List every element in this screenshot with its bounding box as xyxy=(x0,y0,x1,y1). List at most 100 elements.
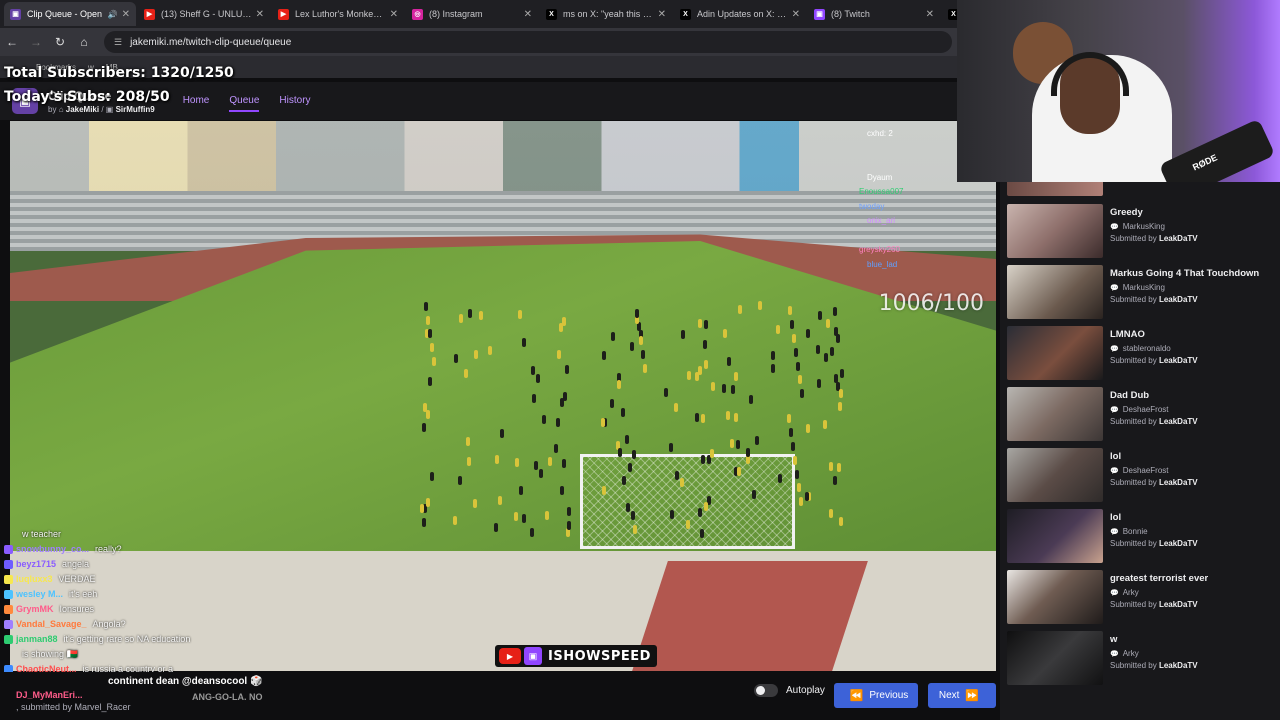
back-arrow-icon[interactable]: ← xyxy=(0,35,24,49)
chat-text: is showing 🇲🇬 xyxy=(22,649,78,659)
crowd-figure xyxy=(722,383,727,393)
queue-item[interactable]: Dad Dub 💬 DeshaeFrost Submitted by LeakDa… xyxy=(1007,387,1273,443)
crowd-figure xyxy=(518,486,523,496)
site-info-icon[interactable]: ☰ xyxy=(114,37,122,48)
chat-username[interactable]: Vandal_Savage_ xyxy=(16,617,87,632)
reload-icon[interactable]: ↻ xyxy=(48,35,72,49)
tab-close-icon[interactable]: ✕ xyxy=(524,9,532,20)
clip-thumbnail[interactable] xyxy=(1007,326,1103,380)
author-link[interactable]: ▣ SirMuffin9 xyxy=(106,105,155,114)
chat-bubble-icon: 💬 xyxy=(1110,407,1119,414)
crowd-figure xyxy=(631,510,636,520)
crowd-figure xyxy=(787,414,792,424)
author-link[interactable]: ⌂ JakeMiki xyxy=(59,105,99,114)
crowd-figure xyxy=(473,499,478,509)
chat-username[interactable]: beyz1715 xyxy=(16,557,56,572)
crowd-figure xyxy=(830,346,835,356)
clip-title: Dad Dub xyxy=(1110,390,1150,401)
clip-info: lol 💬 Bonnie Submitted by LeakDaTV xyxy=(1110,509,1198,565)
tab-close-icon[interactable]: ✕ xyxy=(122,9,130,20)
url-text: jakemiki.me/twitch-clip-queue/queue xyxy=(130,36,292,48)
clip-channel: 💬 Arky xyxy=(1110,649,1139,658)
browser-tab[interactable]: X Adin Updates on X: "Do ✕ xyxy=(674,2,806,26)
clip-channel: 💬 MarkusKing xyxy=(1110,283,1165,292)
crowd-figure xyxy=(789,428,794,438)
tab-favicon-icon: ▶ xyxy=(144,8,155,20)
crowd-figure xyxy=(522,513,527,523)
nav-history[interactable]: History xyxy=(279,91,310,112)
clip-info: lol 💬 DeshaeFrost Submitted by LeakDaTV xyxy=(1110,448,1198,504)
forward-arrow-icon[interactable]: → xyxy=(24,35,48,49)
chat-bubble-icon: 💬 xyxy=(1110,346,1119,353)
browser-tab[interactable]: ▣ (8) Twitch ✕ xyxy=(808,2,940,26)
clip-thumbnail[interactable] xyxy=(1007,570,1103,624)
home-icon[interactable]: ⌂ xyxy=(72,35,96,49)
queue-item[interactable]: lol 💬 Bonnie Submitted by LeakDaTV xyxy=(1007,509,1273,565)
clip-channel: 💬 DeshaeFrost xyxy=(1110,405,1169,414)
clip-thumbnail[interactable] xyxy=(1007,509,1103,563)
browser-tab[interactable]: ▶ (13) Sheff G - UNLUCKY ✕ xyxy=(138,2,270,26)
clip-thumbnail[interactable] xyxy=(1007,448,1103,502)
crowd-figure xyxy=(799,389,804,399)
browser-tab[interactable]: Xms on X: "yeah this wou ✕ xyxy=(540,2,672,26)
clip-thumbnail[interactable] xyxy=(1007,631,1103,685)
crowd-figure xyxy=(738,304,743,314)
next-button[interactable]: Next ⏩ xyxy=(928,683,996,708)
crowd-figure xyxy=(816,344,821,354)
chat-username[interactable]: snowbunny_co... xyxy=(16,542,89,557)
autoplay-label: Autoplay xyxy=(786,685,825,696)
tab-close-icon[interactable]: ✕ xyxy=(926,9,934,20)
crowd-figure xyxy=(833,475,838,485)
stream-chat-bottom: w teacher snowbunny_co... really? beyz1715 a… xyxy=(4,527,304,677)
crowd-figure xyxy=(642,363,647,373)
crowd-figure xyxy=(422,517,427,527)
tab-close-icon[interactable]: ✕ xyxy=(390,9,398,20)
crowd-figure xyxy=(457,476,462,486)
previous-button[interactable]: ⏪ Previous xyxy=(834,683,918,708)
crowd-figure xyxy=(425,315,430,325)
queue-item[interactable]: w 💬 Arky Submitted by LeakDaTV xyxy=(1007,631,1273,687)
today-subs-overlay: Today's Subs: 208/50 xyxy=(4,89,170,105)
tab-close-icon[interactable]: ✕ xyxy=(792,9,800,20)
browser-tab[interactable]: ▶ Lex Luthor's Monkey Bu ✕ xyxy=(272,2,404,26)
queue-item[interactable]: Greedy 💬 MarkusKing Submitted by LeakDaTV xyxy=(1007,204,1273,260)
chat-username[interactable]: GrymMK xyxy=(16,602,54,617)
crowd-figure xyxy=(610,399,615,409)
autoplay-control[interactable]: Autoplay xyxy=(754,684,825,697)
tab-audio-icon[interactable]: 🔊 xyxy=(108,10,118,19)
clip-channel: 💬 DeshaeFrost xyxy=(1110,466,1169,475)
chat-user-name: DJ_MyManEri... xyxy=(16,690,83,700)
queue-thumbnail-partial[interactable] xyxy=(1007,182,1103,196)
queue-item[interactable]: Markus Going 4 That Touchdown 💬 MarkusKin… xyxy=(1007,265,1273,321)
clip-thumbnail[interactable] xyxy=(1007,204,1103,258)
queue-item[interactable]: LMNAO 💬 stableronaldo Submitted by LeakDa… xyxy=(1007,326,1273,382)
tab-close-icon[interactable]: ✕ xyxy=(658,9,666,20)
crowd-figure xyxy=(792,455,797,465)
tab-close-icon[interactable]: ✕ xyxy=(256,9,264,20)
crowd-figure xyxy=(601,350,606,360)
crowd-figure xyxy=(735,439,740,449)
nav-queue[interactable]: Queue xyxy=(229,91,260,112)
browser-tab[interactable]: ◎ (8) Instagram ✕ xyxy=(406,2,538,26)
nav-home[interactable]: Home xyxy=(183,91,210,112)
tab-favicon-icon: X xyxy=(546,8,557,20)
browser-tab[interactable]: ▣ Clip Queue - Open 🔊 ✕ xyxy=(4,2,136,26)
clip-thumbnail[interactable] xyxy=(1007,265,1103,319)
chat-username[interactable]: wesley M... xyxy=(16,587,63,602)
clip-channel: 💬 stableronaldo xyxy=(1110,344,1171,353)
queue-item[interactable]: lol 💬 DeshaeFrost Submitted by LeakDaTV xyxy=(1007,448,1273,504)
crowd-figure xyxy=(791,441,796,451)
autoplay-toggle[interactable] xyxy=(754,684,778,697)
clip-thumbnail[interactable] xyxy=(1007,387,1103,441)
chat-username[interactable]: janman88 xyxy=(16,632,58,647)
crowd-figure xyxy=(628,463,633,473)
crowd-figure xyxy=(468,308,473,318)
url-input[interactable]: ☰ jakemiki.me/twitch-clip-queue/queue xyxy=(104,31,952,53)
rewind-icon: ⏪ xyxy=(849,690,864,702)
queue-item[interactable]: greatest terrorist ever 💬 Arky Submitted … xyxy=(1007,570,1273,626)
current-clip-title: continent dean @deansocool 🎲 xyxy=(108,676,263,687)
crowd-figure xyxy=(826,319,831,329)
chat-username[interactable]: luqluxx3 xyxy=(16,572,53,587)
crowd-figure xyxy=(837,462,842,472)
crowd-figure xyxy=(514,458,519,468)
